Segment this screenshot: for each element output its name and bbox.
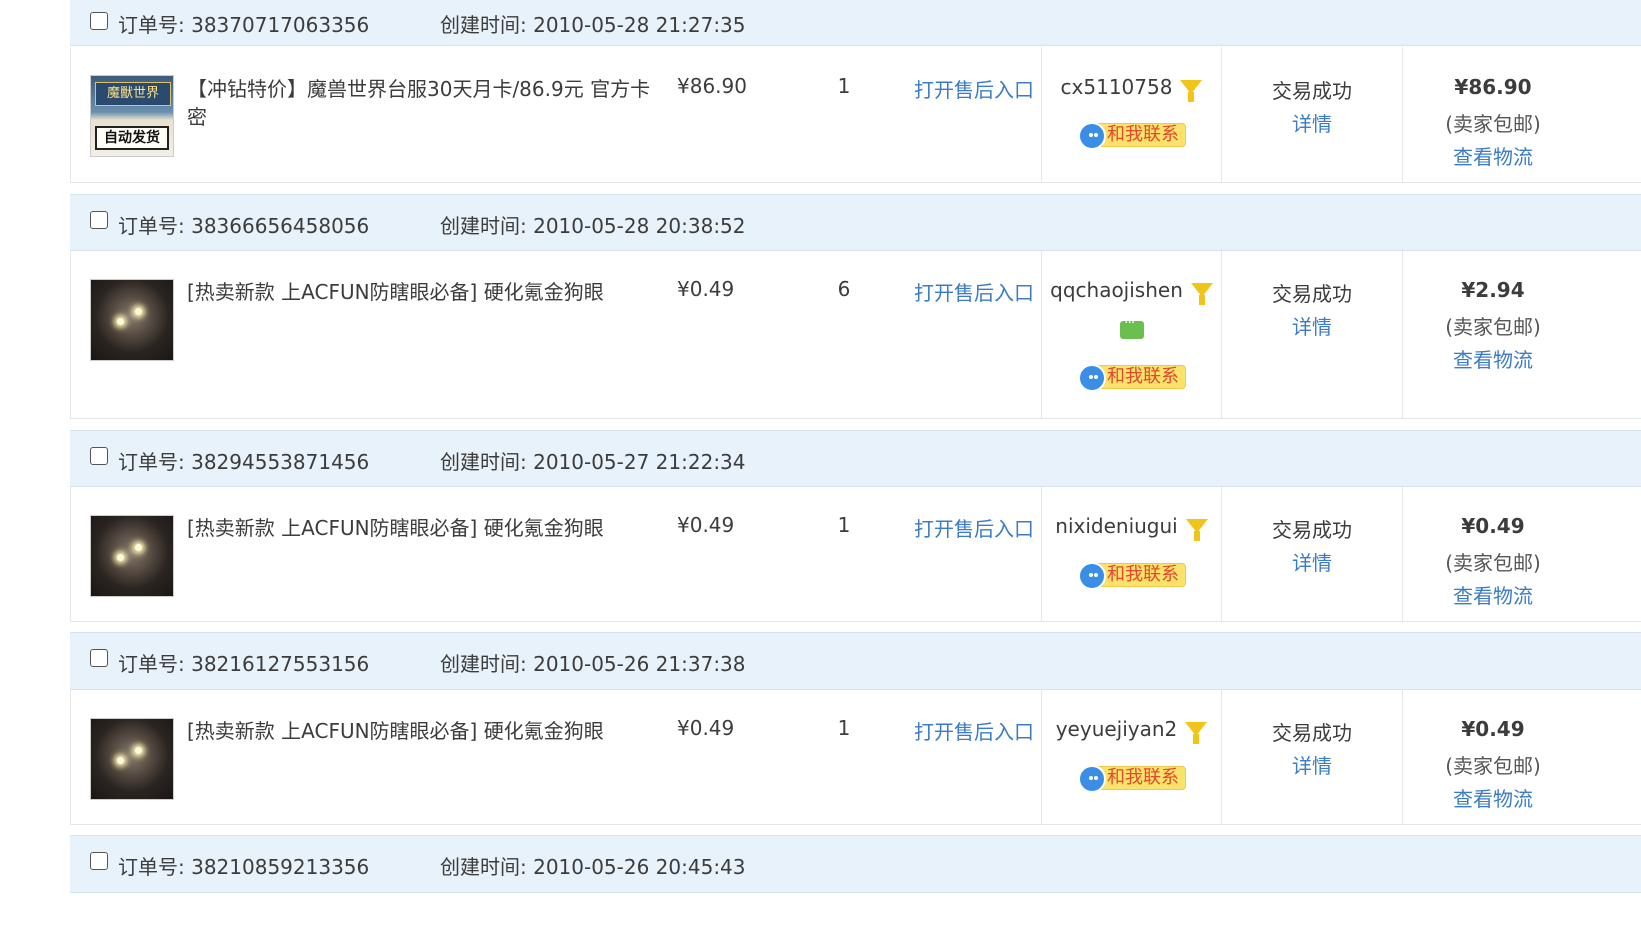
order-header: 订单号: 38210859213356 创建时间: 2010-05-26 20:…	[70, 835, 1641, 893]
order-created-time: 创建时间: 2010-05-27 21:22:34	[440, 450, 746, 474]
contact-seller-button[interactable]: 和我联系	[1078, 765, 1188, 793]
seller-cell: cx5110758 和我联系	[1042, 47, 1221, 183]
dog-photo-thumbnail[interactable]	[90, 515, 174, 597]
order-total: ¥0.49	[1461, 717, 1525, 741]
chat-bubble-icon	[1078, 122, 1106, 150]
order-row: [热卖新款 上ACFUN防瞎眼必备] 硬化氪金狗眼 ¥0.49 6 打开售后入口…	[70, 251, 1641, 419]
item-title-link[interactable]: [热卖新款 上ACFUN防瞎眼必备] 硬化氪金狗眼	[187, 717, 657, 745]
quantity: 6	[837, 277, 851, 301]
seller-name-link[interactable]: yeyuejiyan2	[1056, 717, 1178, 741]
seller-line: yeyuejiyan2	[1042, 717, 1221, 744]
unit-price: ¥0.49	[677, 716, 735, 740]
chat-bubble-icon	[1078, 765, 1106, 793]
seller-cell: qqchaojishen 和我联系	[1042, 251, 1221, 419]
seller-line: nixideniugui	[1042, 514, 1221, 541]
wow-game-card-thumbnail[interactable]: 魔獸世界 自动发货	[90, 75, 174, 157]
order-created-time: 创建时间: 2010-05-28 20:38:52	[440, 214, 746, 238]
seller-name-link[interactable]: cx5110758	[1061, 75, 1173, 99]
free-shipping-note: (卖家包邮)	[1445, 315, 1541, 339]
order-status: 交易成功	[1272, 721, 1352, 745]
seller-cell: nixideniugui 和我联系	[1042, 487, 1221, 622]
free-shipping-note: (卖家包邮)	[1445, 112, 1541, 136]
contact-seller-button[interactable]: 和我联系	[1078, 122, 1188, 150]
funnel-filter-icon[interactable]	[1180, 79, 1203, 102]
order-number: 订单号: 38366656458056	[118, 214, 370, 238]
seller-name-link[interactable]: qqchaojishen	[1050, 278, 1183, 302]
funnel-filter-icon[interactable]	[1185, 518, 1208, 541]
after-sales-link[interactable]: 打开售后入口	[914, 74, 1034, 103]
order-number: 订单号: 38210859213356	[118, 855, 370, 879]
item-title-link[interactable]: [热卖新款 上ACFUN防瞎眼必备] 硬化氪金狗眼	[187, 514, 657, 542]
contact-seller-button[interactable]: 和我联系	[1078, 562, 1188, 590]
order-checkbox[interactable]	[90, 447, 108, 465]
order-created-time: 创建时间: 2010-05-28 21:27:35	[440, 13, 746, 37]
dog-eye-glint	[117, 554, 124, 561]
quantity: 1	[837, 74, 851, 98]
order-checkbox[interactable]	[90, 852, 108, 870]
dog-photo-thumbnail[interactable]	[90, 279, 174, 361]
order-total: ¥86.90	[1454, 75, 1532, 99]
order-header: 订单号: 38216127553156 创建时间: 2010-05-26 21:…	[70, 632, 1641, 690]
order-row: [热卖新款 上ACFUN防瞎眼必备] 硬化氪金狗眼 ¥0.49 1 打开售后入口…	[70, 487, 1641, 622]
order-status: 交易成功	[1272, 79, 1352, 103]
item-title-link[interactable]: [热卖新款 上ACFUN防瞎眼必备] 硬化氪金狗眼	[187, 278, 657, 306]
order-created-time: 创建时间: 2010-05-26 20:45:43	[440, 855, 746, 879]
track-shipment-link[interactable]: 查看物流	[1403, 141, 1583, 170]
seller-line: cx5110758	[1042, 75, 1221, 102]
dog-photo-thumbnail[interactable]	[90, 718, 174, 800]
quantity: 1	[837, 513, 851, 537]
order-created-time: 创建时间: 2010-05-26 21:37:38	[440, 652, 746, 676]
dog-eye-glint	[117, 318, 124, 325]
order-number: 订单号: 38370717063356	[118, 13, 370, 37]
order-status: 交易成功	[1272, 518, 1352, 542]
free-shipping-note: (卖家包邮)	[1445, 551, 1541, 575]
order-total: ¥0.49	[1461, 514, 1525, 538]
after-sales-link[interactable]: 打开售后入口	[914, 716, 1034, 745]
unit-price: ¥86.90	[677, 74, 747, 98]
dog-eye-glint	[135, 308, 142, 315]
quantity: 1	[837, 716, 851, 740]
order-status: 交易成功	[1272, 282, 1352, 306]
seller-line: qqchaojishen	[1042, 278, 1221, 305]
order-detail-link[interactable]: 详情	[1222, 311, 1402, 340]
order-checkbox[interactable]	[90, 211, 108, 229]
dog-eye-glint	[135, 544, 142, 551]
chat-bubble-icon	[1078, 562, 1106, 590]
item-title-link[interactable]: 【冲钻特价】魔兽世界台服30天月卡/86.9元 官方卡密	[187, 75, 657, 131]
order-row: 魔獸世界 自动发货 【冲钻特价】魔兽世界台服30天月卡/86.9元 官方卡密 ¥…	[70, 47, 1641, 183]
thumbnail-badge: 自动发货	[95, 126, 169, 150]
track-shipment-link[interactable]: 查看物流	[1403, 783, 1583, 812]
seller-name-link[interactable]: nixideniugui	[1055, 514, 1177, 538]
wangwang-message-icon[interactable]	[1120, 315, 1144, 339]
order-number: 订单号: 38216127553156	[118, 652, 370, 676]
free-shipping-note: (卖家包邮)	[1445, 754, 1541, 778]
track-shipment-link[interactable]: 查看物流	[1403, 580, 1583, 609]
order-checkbox[interactable]	[90, 649, 108, 667]
unit-price: ¥0.49	[677, 513, 735, 537]
funnel-filter-icon[interactable]	[1190, 282, 1213, 305]
unit-price: ¥0.49	[677, 277, 735, 301]
order-total: ¥2.94	[1461, 278, 1525, 302]
order-row: [热卖新款 上ACFUN防瞎眼必备] 硬化氪金狗眼 ¥0.49 1 打开售后入口…	[70, 690, 1641, 825]
chat-bubble-icon	[1078, 364, 1106, 392]
order-detail-link[interactable]: 详情	[1222, 108, 1402, 137]
contact-seller-button[interactable]: 和我联系	[1078, 364, 1188, 392]
dog-eye-glint	[117, 757, 124, 764]
order-header: 订单号: 38366656458056 创建时间: 2010-05-28 20:…	[70, 194, 1641, 251]
order-detail-link[interactable]: 详情	[1222, 547, 1402, 576]
funnel-filter-icon[interactable]	[1185, 721, 1208, 744]
order-detail-link[interactable]: 详情	[1222, 750, 1402, 779]
order-header: 订单号: 38294553871456 创建时间: 2010-05-27 21:…	[70, 430, 1641, 487]
seller-cell: yeyuejiyan2 和我联系	[1042, 690, 1221, 825]
dog-eye-glint	[135, 747, 142, 754]
after-sales-link[interactable]: 打开售后入口	[914, 277, 1034, 306]
after-sales-link[interactable]: 打开售后入口	[914, 513, 1034, 542]
order-checkbox[interactable]	[90, 12, 108, 30]
track-shipment-link[interactable]: 查看物流	[1403, 344, 1583, 373]
thumbnail-caption: 魔獸世界	[95, 82, 171, 106]
order-header: 订单号: 38370717063356 创建时间: 2010-05-28 21:…	[70, 0, 1641, 46]
order-number: 订单号: 38294553871456	[118, 450, 370, 474]
